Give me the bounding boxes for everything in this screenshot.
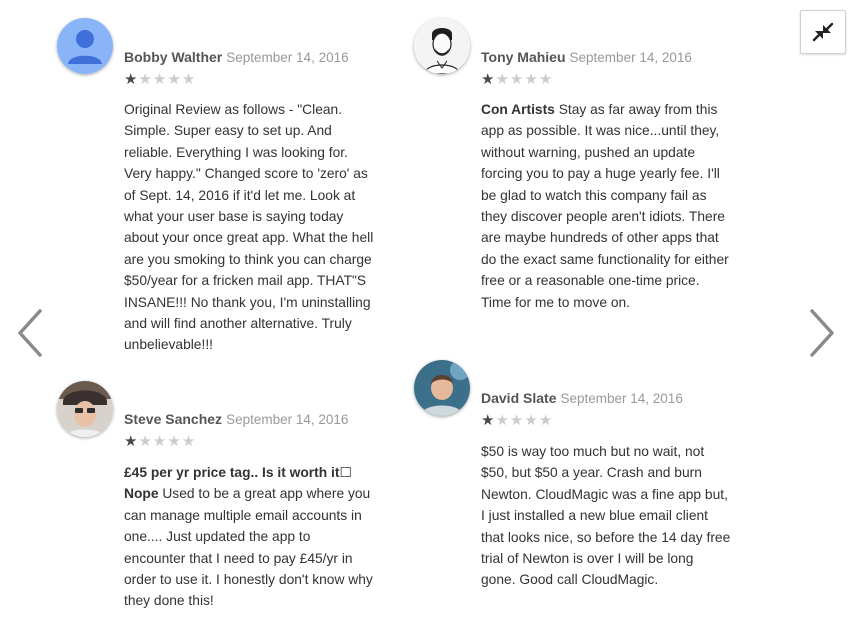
- reviewer-name[interactable]: Bobby Walther: [124, 49, 222, 65]
- review-text: Stay as far away from this app as possib…: [481, 102, 729, 310]
- user-photo-icon: [414, 360, 470, 416]
- review-meta: Steve Sanchez September 14, 2016: [124, 411, 348, 429]
- review-text: Original Review as follows - "Clean. Sim…: [124, 102, 374, 353]
- star-empty-icon: ★: [181, 433, 197, 450]
- review-title: Con Artists: [481, 102, 555, 117]
- star-empty-icon: ★: [524, 71, 539, 88]
- review-body: £45 per yr price tag.. Is it worth it☐ N…: [124, 462, 374, 612]
- user-photo-icon: [57, 381, 113, 437]
- review-text: Used to be a great app where you can man…: [124, 486, 373, 609]
- star-rating: ★★★★★: [481, 70, 553, 88]
- previous-page-button[interactable]: [10, 305, 50, 361]
- avatar[interactable]: [414, 360, 470, 416]
- review-body: $50 is way too much but no wait, not $50…: [481, 441, 731, 591]
- star-empty-icon: ★: [152, 71, 168, 88]
- star-filled-icon: ★: [481, 412, 496, 429]
- sketch-portrait-icon: [414, 18, 470, 74]
- star-empty-icon: ★: [524, 412, 539, 429]
- star-empty-icon: ★: [167, 71, 182, 88]
- review-text: $50 is way too much but no wait, not $50…: [481, 444, 731, 588]
- star-empty-icon: ★: [538, 412, 554, 429]
- review-body: Con Artists Stay as far away from this a…: [481, 99, 731, 313]
- star-rating: ★★★★★: [124, 432, 196, 450]
- review-body: Original Review as follows - "Clean. Sim…: [124, 99, 374, 356]
- star-empty-icon: ★: [138, 71, 153, 88]
- review-date: September 14, 2016: [226, 50, 349, 65]
- star-empty-icon: ★: [538, 71, 554, 88]
- reviewer-name[interactable]: Tony Mahieu: [481, 49, 566, 65]
- star-empty-icon: ★: [152, 433, 168, 450]
- next-page-button[interactable]: [802, 305, 842, 361]
- star-empty-icon: ★: [495, 71, 510, 88]
- default-user-icon: [57, 18, 113, 74]
- reviewer-name[interactable]: Steve Sanchez: [124, 411, 222, 427]
- star-filled-icon: ★: [124, 71, 139, 88]
- reviewer-name[interactable]: David Slate: [481, 390, 556, 406]
- star-rating: ★★★★★: [124, 70, 196, 88]
- star-filled-icon: ★: [124, 433, 139, 450]
- collapse-icon: [812, 22, 834, 42]
- review-meta: Bobby Walther September 14, 2016: [124, 49, 349, 67]
- review-date: September 14, 2016: [560, 391, 683, 406]
- star-empty-icon: ★: [167, 433, 182, 450]
- avatar[interactable]: [57, 18, 113, 74]
- star-rating: ★★★★★: [481, 411, 553, 429]
- review-date: September 14, 2016: [226, 412, 349, 427]
- chevron-right-icon: [810, 309, 834, 357]
- star-empty-icon: ★: [509, 71, 525, 88]
- review-meta: Tony Mahieu September 14, 2016: [481, 49, 692, 67]
- avatar[interactable]: [57, 381, 113, 437]
- star-empty-icon: ★: [495, 412, 510, 429]
- chevron-left-icon: [18, 309, 42, 357]
- review-date: September 14, 2016: [569, 50, 692, 65]
- star-empty-icon: ★: [509, 412, 525, 429]
- review-meta: David Slate September 14, 2016: [481, 390, 683, 408]
- star-empty-icon: ★: [138, 433, 153, 450]
- star-empty-icon: ★: [181, 71, 197, 88]
- star-filled-icon: ★: [481, 71, 496, 88]
- collapse-button[interactable]: [800, 10, 846, 54]
- avatar[interactable]: [414, 18, 470, 74]
